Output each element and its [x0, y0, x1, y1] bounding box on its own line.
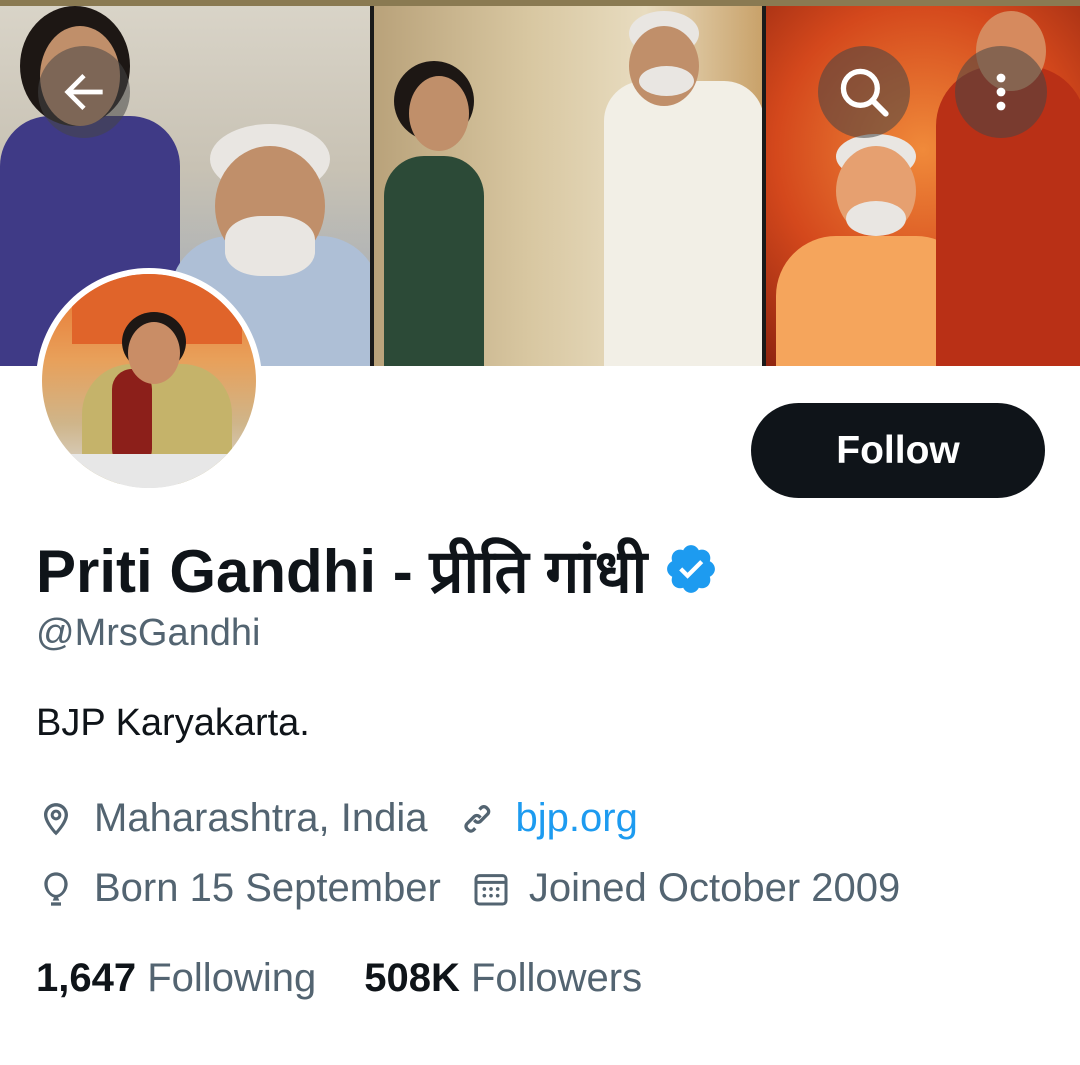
following-label: Following — [147, 956, 317, 1000]
profile-meta-row-2: Born 15 September Joined October 2009 — [36, 866, 930, 911]
balloon-icon — [44, 871, 68, 906]
website-item[interactable]: bjp.org — [458, 796, 638, 841]
follow-button[interactable]: Follow — [751, 403, 1045, 498]
location-text: Maharashtra, India — [94, 796, 428, 840]
banner-photo-2 — [374, 6, 762, 366]
link-icon — [463, 804, 490, 833]
followers-stat[interactable]: 508K Followers — [364, 956, 642, 1001]
more-options-button[interactable] — [955, 46, 1047, 138]
birthday-item: Born 15 September — [36, 866, 441, 911]
calendar-icon — [474, 873, 508, 905]
search-icon — [840, 68, 889, 117]
birthday-text: Born 15 September — [94, 866, 441, 910]
profile-handle: @MrsGandhi — [36, 612, 261, 654]
arrow-left-icon — [64, 74, 103, 110]
joined-item: Joined October 2009 — [471, 866, 900, 911]
joined-text: Joined October 2009 — [528, 866, 901, 910]
following-stat[interactable]: 1,647 Following — [36, 956, 316, 1001]
profile-avatar[interactable] — [36, 268, 262, 494]
website-link[interactable]: bjp.org — [516, 796, 638, 841]
followers-count: 508K — [364, 956, 460, 1000]
profile-name-row: Priti Gandhi - प्रीति गांधी — [36, 528, 719, 610]
profile-bio: BJP Karyakarta. — [36, 702, 310, 744]
profile-stats: 1,647 Following 508K Followers — [36, 956, 690, 1001]
location-pin-icon — [44, 802, 68, 835]
back-button[interactable] — [38, 46, 130, 138]
more-vertical-icon — [996, 73, 1006, 111]
profile-name: Priti Gandhi - प्रीति गांधी — [36, 538, 648, 605]
followers-label: Followers — [470, 956, 643, 1000]
search-button[interactable] — [818, 46, 910, 138]
profile-meta-row-1: Maharashtra, India bjp.org — [36, 796, 668, 841]
verified-badge-icon — [667, 545, 716, 593]
following-count: 1,647 — [36, 956, 137, 1000]
location-item: Maharashtra, India — [36, 796, 428, 841]
